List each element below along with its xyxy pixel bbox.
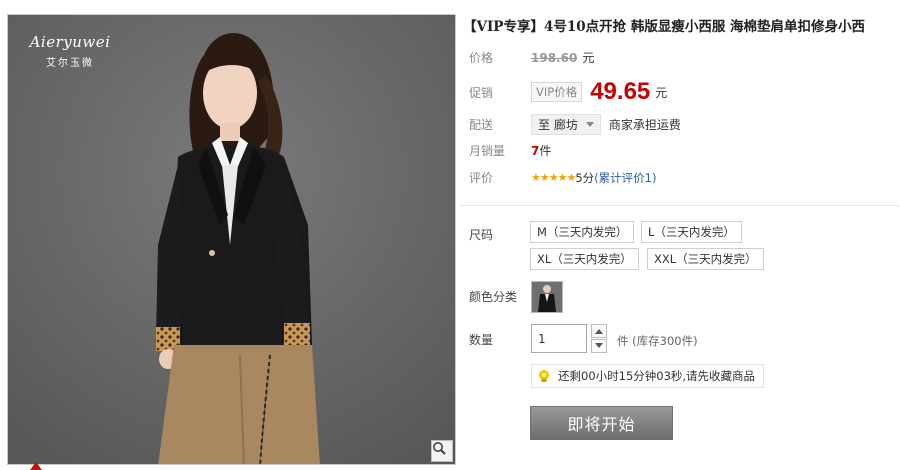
shipping-note: 商家承担运费: [608, 118, 681, 132]
rating-row: 评价 ★★★★★ 5分 (累计评价1): [469, 169, 656, 186]
shipping-row: 配送 至 廊坊 商家承担运费: [469, 114, 681, 135]
promo-price: 49.65: [590, 78, 651, 105]
product-image[interactable]: Aieryuwei 艾尔玉微: [7, 14, 456, 465]
lightbulb-icon: [539, 370, 549, 382]
quantity-input[interactable]: 1: [531, 324, 587, 353]
sku-selection-panel: 尺码 M（三天内发完） L（三天内发完） XL（三天内发完） XXL（三天内发完…: [461, 205, 899, 410]
magnifier-icon[interactable]: [431, 440, 453, 462]
red-triangle-icon: [30, 462, 42, 470]
rating-score: 5分: [575, 170, 595, 185]
monthly-sales-count: 7: [531, 143, 540, 158]
star-rating-icon: ★★★★★: [531, 171, 576, 184]
brand-name-text: 艾尔玉微: [46, 58, 94, 69]
brand-logo: Aieryuwei 艾尔玉微: [22, 33, 118, 69]
shipping-destination-select[interactable]: 至 廊坊: [531, 114, 601, 135]
promo-price-row: 促销 VIP价格 49.65 元: [469, 78, 667, 106]
size-option-m[interactable]: M（三天内发完）: [530, 221, 635, 243]
shipping-label: 配送: [469, 118, 494, 132]
chevron-up-icon[interactable]: [591, 324, 607, 338]
original-price-row: 价格 198.60 元: [469, 49, 594, 66]
promo-price-unit: 元: [655, 85, 668, 100]
rating-label: 评价: [469, 171, 494, 185]
original-price: 198.60: [531, 50, 578, 65]
chevron-down-icon[interactable]: [591, 339, 607, 353]
coming-soon-button[interactable]: 即将开始: [530, 406, 673, 440]
monthly-sales-unit: 件: [539, 144, 552, 158]
review-count-link[interactable]: (累计评价1): [594, 171, 656, 185]
size-option-xl[interactable]: XL（三天内发完）: [530, 248, 639, 270]
monthly-sales-label: 月销量: [469, 144, 506, 158]
monthly-sales-row: 月销量 7 件: [469, 142, 551, 159]
promo-label: 促销: [469, 85, 494, 100]
size-option-xxl[interactable]: XXL（三天内发完）: [647, 248, 764, 270]
original-price-unit: 元: [582, 51, 595, 65]
brand-script-text: Aieryuwei: [29, 33, 111, 51]
product-title: 【VIP专享】4号10点开抢 韩版显瘦小西服 海棉垫肩单扣修身小西: [463, 19, 866, 35]
countdown-text: 还剩00小时15分钟03秒,请先收藏商品: [558, 369, 756, 383]
color-swatch-black[interactable]: [531, 281, 563, 313]
size-option-l[interactable]: L（三天内发完）: [641, 221, 742, 243]
model-photo: [8, 15, 455, 464]
original-price-label: 价格: [469, 51, 494, 65]
countdown-tip: 还剩00小时15分钟03秒,请先收藏商品: [531, 364, 765, 388]
vip-price-tag: VIP价格: [531, 82, 583, 102]
shipping-destination: 至 廊坊: [538, 118, 578, 132]
size-label: 尺码: [469, 228, 494, 242]
color-label: 颜色分类: [469, 290, 518, 304]
stock-text: 件 (库存300件): [617, 334, 698, 348]
chevron-down-icon: [585, 122, 594, 127]
quantity-label: 数量: [469, 333, 494, 347]
